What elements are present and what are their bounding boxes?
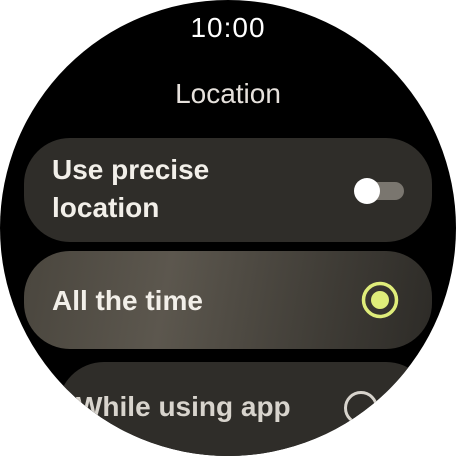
option-all-the-time[interactable]: All the time [24, 251, 432, 349]
precise-location-label: Use precise location [52, 154, 210, 223]
precise-location-switch[interactable] [354, 178, 404, 204]
option-label: All the time [52, 285, 203, 316]
option-label: While using app [76, 391, 291, 422]
radio-unselected-icon[interactable] [343, 390, 379, 426]
switch-knob [354, 178, 380, 204]
option-while-using-app[interactable]: While using app [58, 362, 432, 456]
status-time: 10:00 [190, 12, 266, 43]
precise-location-toggle-chip[interactable]: Use precise location [24, 138, 432, 242]
watch-screen: 10:00 Location Use precise location All … [0, 0, 456, 456]
page-title: Location [175, 78, 281, 109]
radio-selected-icon[interactable] [361, 281, 399, 319]
